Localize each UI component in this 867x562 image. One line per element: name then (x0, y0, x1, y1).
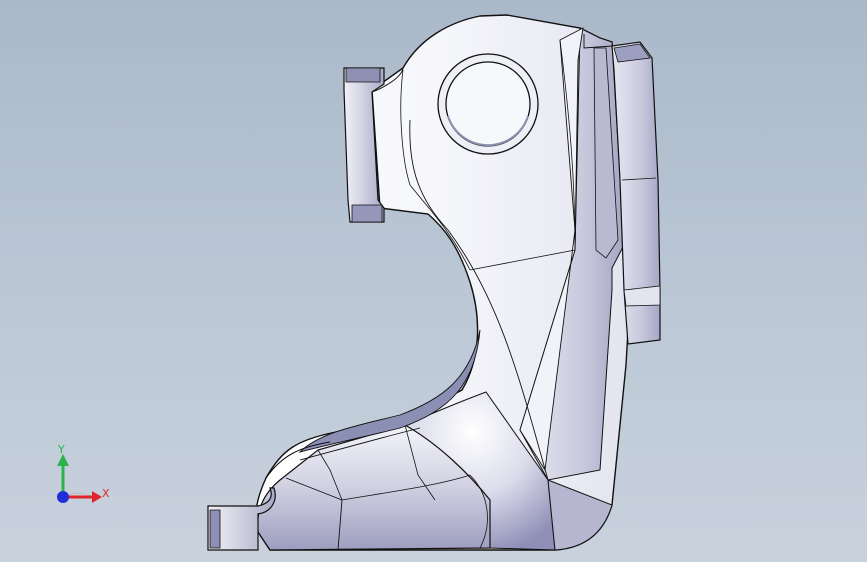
bracket-part-model[interactable] (0, 0, 867, 562)
pivot-hole (437, 53, 539, 155)
3d-viewport[interactable]: Y X (0, 0, 867, 562)
